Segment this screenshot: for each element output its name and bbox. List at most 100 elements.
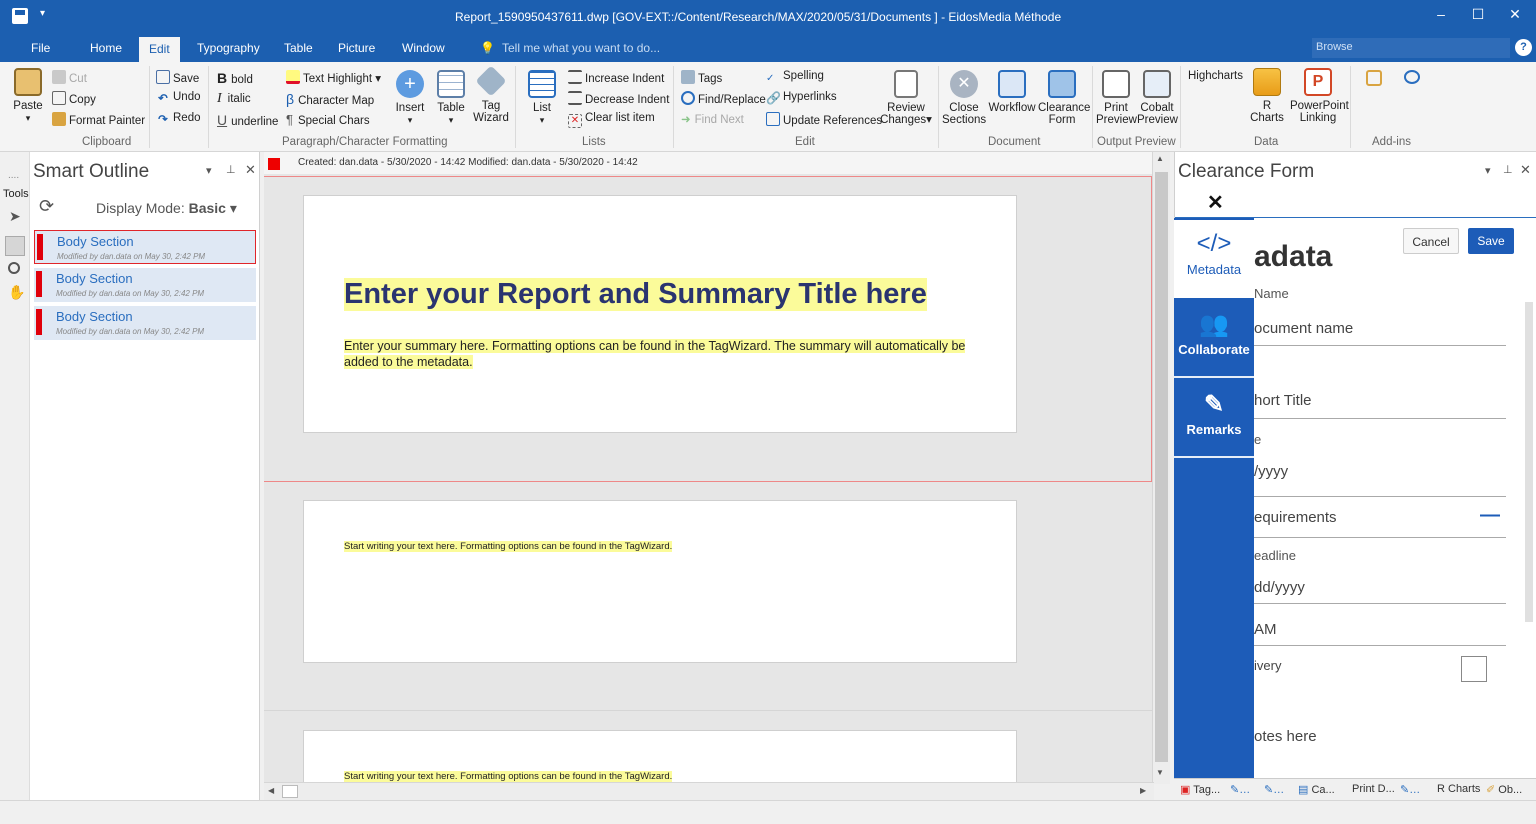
scroll-up-icon[interactable]: ▲ xyxy=(1156,154,1164,163)
table-button[interactable]: Table ▾ xyxy=(434,70,468,126)
body-page-2[interactable]: Start writing your text here. Formatting… xyxy=(303,730,1017,784)
bold-button[interactable]: Bbold xyxy=(217,70,253,86)
undo-button[interactable]: ↶ Undo xyxy=(156,91,200,105)
outline-section-1[interactable]: Body Section Modified by dan.data on May … xyxy=(34,230,256,264)
delivery-checkbox[interactable] xyxy=(1461,656,1487,682)
clearance-form-button[interactable]: Clearance Form xyxy=(1038,70,1090,126)
body-text-2[interactable]: Start writing your text here. Formatting… xyxy=(344,771,673,782)
copy-button[interactable]: Copy xyxy=(52,91,96,106)
format-painter-button[interactable]: Format Painter xyxy=(52,112,145,127)
tab-icon-1[interactable]: ✎… xyxy=(1230,783,1250,796)
powerpoint-linking-button[interactable]: P PowerPoint Linking xyxy=(1290,68,1349,124)
tab-print-d[interactable]: Print D... xyxy=(1352,783,1395,795)
print-preview-button[interactable]: Print Preview xyxy=(1096,70,1137,126)
spelling-button[interactable]: ✓ Spelling xyxy=(766,70,824,87)
character-map-button[interactable]: β Character Map xyxy=(286,91,374,107)
body-text-1[interactable]: Start writing your text here. Formatting… xyxy=(344,541,673,552)
form-scrollbar[interactable] xyxy=(1525,302,1533,622)
clear-list-item-button[interactable]: ✕ Clear list item xyxy=(568,112,655,128)
cancel-button[interactable]: Cancel xyxy=(1403,228,1459,254)
find-next-button[interactable]: ➜ Find Next xyxy=(681,112,744,126)
panel-dropdown-icon[interactable]: ▾ xyxy=(206,164,212,177)
decrease-indent-button[interactable]: Decrease Indent xyxy=(568,91,669,106)
time-input[interactable]: AM xyxy=(1254,621,1277,638)
maximize-button[interactable]: ☐ xyxy=(1463,6,1493,26)
scroll-right-icon[interactable]: ▶ xyxy=(1140,786,1146,795)
hyperlinks-button[interactable]: 🔗 Hyperlinks xyxy=(766,91,837,105)
document-editor[interactable]: Created: dan.data - 5/30/2020 - 14:42 Mo… xyxy=(264,152,1152,784)
increase-indent-button[interactable]: Increase Indent xyxy=(568,70,664,85)
tab-edit[interactable]: Edit xyxy=(139,37,180,62)
short-title-input[interactable]: hort Title xyxy=(1254,392,1312,409)
tab-typography[interactable]: Typography xyxy=(197,41,260,55)
requirements-section[interactable]: equirements xyxy=(1254,509,1337,526)
close-sections-button[interactable]: ✕ Close Sections xyxy=(942,70,986,126)
report-title[interactable]: Enter your Report and Summary Title here xyxy=(344,278,927,311)
notes-input[interactable]: otes here xyxy=(1254,728,1317,745)
highcharts-button[interactable]: Highcharts xyxy=(1188,70,1243,82)
special-chars-button[interactable]: ¶ Special Chars xyxy=(286,112,370,127)
form-close-icon[interactable]: ✕ xyxy=(1207,190,1224,215)
scroll-thumb[interactable] xyxy=(1155,172,1168,762)
tab-icon-2[interactable]: ✎… xyxy=(1264,783,1284,796)
collapse-minus-icon[interactable]: — xyxy=(1480,504,1500,527)
tab-ob[interactable]: ✐ Ob... xyxy=(1486,783,1522,796)
cut-button[interactable]: Cut xyxy=(52,70,87,85)
update-references-button[interactable]: Update References xyxy=(766,112,882,127)
pin-icon[interactable]: ⊥ xyxy=(226,163,236,176)
pin-icon[interactable]: ⊥ xyxy=(1503,163,1513,176)
outline-section-3[interactable]: Body Section Modified by dan.data on May … xyxy=(34,306,256,340)
nav-collaborate[interactable]: 👥 Collaborate xyxy=(1174,300,1254,378)
italic-button[interactable]: Iitalic xyxy=(217,91,251,107)
refresh-icon[interactable]: ⟳ xyxy=(39,196,54,217)
tag-wizard-button[interactable]: Tag Wizard xyxy=(472,65,510,124)
pointer-icon[interactable]: ➤ xyxy=(9,208,21,225)
editor-horizontal-scrollbar[interactable]: ◀ ▶ xyxy=(264,782,1154,800)
underline-button[interactable]: Uunderline xyxy=(217,112,278,128)
text-tool-icon[interactable] xyxy=(5,236,25,256)
workflow-button[interactable]: Workflow xyxy=(988,70,1036,114)
tab-home[interactable]: Home xyxy=(90,41,122,55)
r-charts-button[interactable]: R Charts xyxy=(1247,68,1287,124)
addin-hand-icon[interactable] xyxy=(1366,70,1382,86)
redo-button[interactable]: ↷ Redo xyxy=(156,112,200,126)
list-button[interactable]: List ▾ xyxy=(524,70,560,126)
scroll-left-icon[interactable]: ◀ xyxy=(268,786,274,795)
tab-tag-wizard[interactable]: ▣ Tag... xyxy=(1180,783,1220,796)
outline-section-2[interactable]: Body Section Modified by dan.data on May … xyxy=(34,268,256,302)
find-replace-button[interactable]: Find/Replace xyxy=(681,91,766,106)
panel-close-icon[interactable]: ✕ xyxy=(1520,162,1531,178)
tab-file[interactable]: File xyxy=(31,41,50,55)
summary-text[interactable]: Enter your summary here. Formatting opti… xyxy=(344,338,984,370)
tags-button[interactable]: Tags xyxy=(681,70,722,85)
panel-dropdown-icon[interactable]: ▾ xyxy=(1485,164,1491,177)
document-name-input[interactable]: ocument name xyxy=(1254,320,1353,337)
summary-page[interactable]: Enter your Report and Summary Title here… xyxy=(303,195,1017,433)
insert-button[interactable]: + Insert ▾ xyxy=(392,70,428,126)
date-input[interactable]: /yyyy xyxy=(1254,463,1288,480)
tab-r-charts[interactable]: R Charts xyxy=(1437,783,1480,795)
scroll-down-icon[interactable]: ▼ xyxy=(1156,768,1164,777)
tab-window[interactable]: Window xyxy=(402,41,445,55)
nav-metadata[interactable]: </> Metadata xyxy=(1174,220,1254,298)
hand-icon[interactable]: ✋ xyxy=(8,284,25,301)
display-mode-select[interactable]: Display Mode: Basic ▾ xyxy=(96,200,237,217)
deadline-date-input[interactable]: dd/yyyy xyxy=(1254,579,1305,596)
app-save-icon[interactable] xyxy=(12,8,28,24)
minimize-button[interactable]: – xyxy=(1426,6,1456,26)
save-button[interactable]: Save xyxy=(156,70,199,85)
text-highlight-button[interactable]: Text Highlight ▾ xyxy=(286,70,381,85)
review-changes-button[interactable]: Review Changes▾ xyxy=(880,70,932,126)
panel-close-icon[interactable]: ✕ xyxy=(245,162,256,178)
quick-access-dropdown-icon[interactable]: ▾ xyxy=(40,8,45,19)
hscroll-thumb[interactable] xyxy=(282,785,298,798)
nav-remarks[interactable]: ✎ Remarks xyxy=(1174,380,1254,458)
cobalt-preview-button[interactable]: Cobalt Preview xyxy=(1137,70,1178,126)
chat-bubble-icon[interactable] xyxy=(1404,70,1420,84)
help-icon[interactable]: ? xyxy=(1515,39,1532,56)
close-button[interactable]: ✕ xyxy=(1500,6,1530,26)
tell-me-input[interactable]: Tell me what you want to do... xyxy=(502,41,660,55)
zoom-icon[interactable] xyxy=(8,262,20,274)
paste-button[interactable]: Paste ▾ xyxy=(10,68,46,124)
browse-input[interactable]: Browse xyxy=(1312,38,1510,58)
